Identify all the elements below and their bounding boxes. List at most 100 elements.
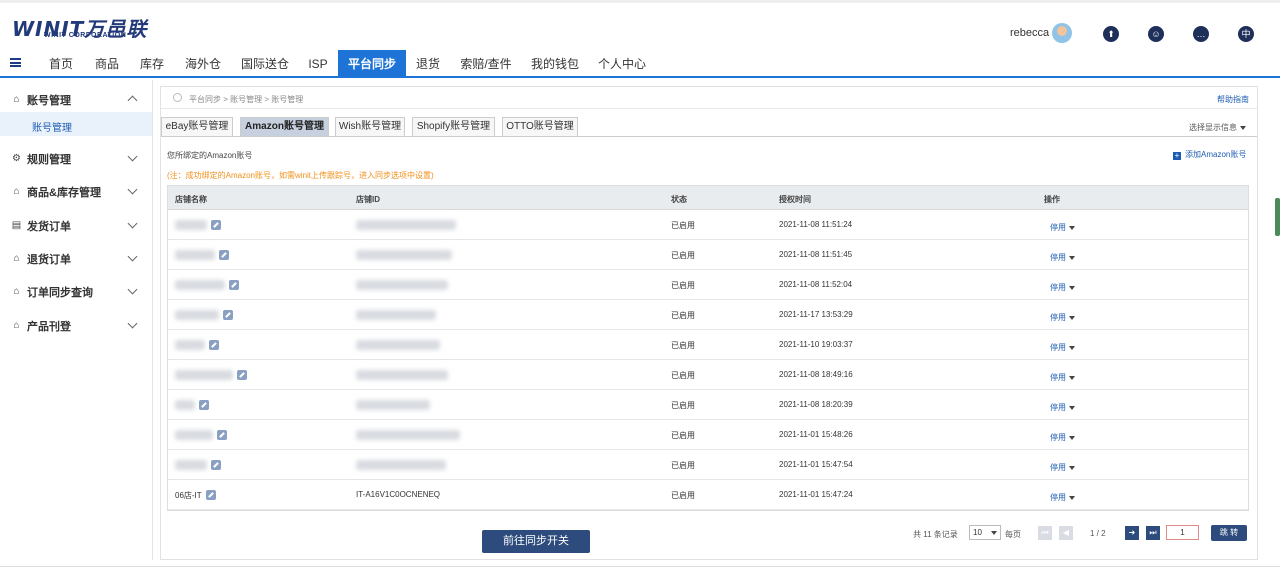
tab-shopify[interactable]: Shopify账号管理 bbox=[412, 117, 495, 136]
store-id-cell bbox=[356, 280, 448, 290]
disable-dropdown-button[interactable]: 停用 bbox=[1050, 372, 1075, 383]
store-name-cell: 06店-IT bbox=[175, 490, 216, 501]
column-header-store-name: 店铺名称 bbox=[175, 195, 207, 204]
disable-dropdown-button[interactable]: 停用 bbox=[1050, 312, 1075, 323]
add-amazon-account-button[interactable]: + 添加Amazon账号 bbox=[1173, 149, 1246, 160]
home-icon: ⌂ bbox=[13, 94, 20, 105]
nav-home[interactable]: 首页 bbox=[38, 50, 84, 78]
sidebar-item-product-listing[interactable]: ⌂ 产品刊登 bbox=[0, 310, 152, 340]
tab-divider bbox=[161, 136, 1257, 137]
upload-icon[interactable]: ⬆ bbox=[1103, 26, 1119, 42]
caret-down-icon bbox=[1069, 435, 1075, 440]
disable-dropdown-button[interactable]: 停用 bbox=[1050, 282, 1075, 293]
nav-inventory[interactable]: 库存 bbox=[131, 50, 173, 78]
table-row: 06店-IT IT-A16V1C0OCNENEQ 已启用 2021-11-01 15:… bbox=[168, 480, 1248, 510]
edit-icon[interactable] bbox=[237, 370, 247, 380]
home-circle-icon[interactable] bbox=[173, 93, 182, 102]
first-page-button[interactable]: ⏮ bbox=[1038, 526, 1052, 540]
nav-overseas-warehouse[interactable]: 海外仓 bbox=[178, 50, 228, 78]
nav-isp[interactable]: ISP bbox=[300, 50, 336, 78]
scrollbar-thumb[interactable] bbox=[1275, 198, 1280, 236]
redacted-id bbox=[356, 430, 460, 440]
home-icon: ⌂ bbox=[13, 253, 20, 264]
edit-icon[interactable] bbox=[209, 340, 219, 350]
sidebar-item-return-orders[interactable]: ⌂ 退货订单 bbox=[0, 243, 152, 273]
sidebar-subitem-account-management[interactable]: 账号管理 bbox=[0, 112, 152, 136]
disable-dropdown-button[interactable]: 停用 bbox=[1050, 402, 1075, 413]
nav-intl-shipping[interactable]: 国际送仓 bbox=[234, 50, 296, 78]
message-icon[interactable]: … bbox=[1193, 26, 1209, 42]
redacted-id bbox=[356, 400, 430, 410]
disable-dropdown-button[interactable]: 停用 bbox=[1050, 342, 1075, 353]
tab-otto[interactable]: OTTO账号管理 bbox=[502, 117, 578, 136]
edit-icon[interactable] bbox=[199, 400, 209, 410]
jump-button[interactable]: 跳 转 bbox=[1211, 525, 1247, 541]
prev-page-button[interactable]: ◀ bbox=[1059, 526, 1073, 540]
edit-icon[interactable] bbox=[211, 460, 221, 470]
disable-label: 停用 bbox=[1050, 403, 1066, 412]
total-records: 共 11 条记录 bbox=[913, 530, 958, 539]
avatar[interactable] bbox=[1052, 23, 1072, 43]
edit-icon[interactable] bbox=[223, 310, 233, 320]
redacted-name bbox=[175, 460, 207, 470]
auth-time-cell: 2021-11-08 11:51:45 bbox=[779, 250, 853, 259]
sidebar-item-shipping-orders[interactable]: ▤ 发货订单 bbox=[0, 210, 152, 240]
disable-dropdown-button[interactable]: 停用 bbox=[1050, 492, 1075, 503]
page-number-input[interactable]: 1 bbox=[1166, 525, 1199, 540]
last-page-button[interactable]: ⏭ bbox=[1146, 526, 1160, 540]
column-header-actions: 操作 bbox=[1044, 195, 1060, 204]
table-row: 已启用 2021-11-08 11:51:45 停用 bbox=[168, 240, 1248, 270]
disable-dropdown-button[interactable]: 停用 bbox=[1050, 432, 1075, 443]
chevron-down-icon bbox=[127, 184, 138, 195]
redacted-id bbox=[356, 370, 448, 380]
nav-personal-center[interactable]: 个人中心 bbox=[590, 50, 654, 78]
disable-label: 停用 bbox=[1050, 493, 1066, 502]
tab-wish[interactable]: Wish账号管理 bbox=[335, 117, 405, 136]
caret-down-icon bbox=[1069, 375, 1075, 380]
nav-returns[interactable]: 退货 bbox=[410, 50, 446, 78]
caret-down-icon bbox=[1069, 315, 1075, 320]
menu-toggle-icon[interactable] bbox=[10, 58, 21, 67]
support-icon[interactable]: ☺ bbox=[1148, 26, 1164, 42]
winit-logo[interactable]: WINIT万邑联 WINIT CORPORATION bbox=[12, 13, 152, 43]
sidebar-item-order-sync-query[interactable]: ⌂ 订单同步查询 bbox=[0, 276, 152, 306]
go-to-sync-switch-button[interactable]: 前往同步开关 bbox=[482, 530, 590, 553]
disable-dropdown-button[interactable]: 停用 bbox=[1050, 462, 1075, 473]
status-cell: 已启用 bbox=[671, 281, 695, 290]
disable-dropdown-button[interactable]: 停用 bbox=[1050, 222, 1075, 233]
sidebar-item-rules[interactable]: ⚙ 规则管理 bbox=[0, 143, 152, 173]
nav-platform-sync[interactable]: 平台同步 bbox=[338, 50, 406, 78]
sidebar-item-account-management[interactable]: ⌂ 账号管理 bbox=[0, 84, 152, 114]
tab-amazon[interactable]: Amazon账号管理 bbox=[240, 117, 329, 136]
redacted-name bbox=[175, 310, 219, 320]
display-info-select[interactable]: 选择显示信息 bbox=[1189, 122, 1246, 133]
nav-products[interactable]: 商品 bbox=[86, 50, 128, 78]
edit-icon[interactable] bbox=[229, 280, 239, 290]
column-header-auth-time: 授权时间 bbox=[779, 195, 811, 204]
column-header-status: 状态 bbox=[671, 195, 687, 204]
edit-icon[interactable] bbox=[211, 220, 221, 230]
store-name-cell bbox=[175, 340, 219, 350]
store-name: 06店-IT bbox=[175, 491, 202, 500]
language-icon[interactable]: 中 bbox=[1238, 26, 1254, 42]
edit-icon[interactable] bbox=[217, 430, 227, 440]
auth-time-cell: 2021-11-08 11:51:24 bbox=[779, 220, 853, 229]
store-name-cell bbox=[175, 400, 209, 410]
nav-claims[interactable]: 索赔/查件 bbox=[452, 50, 520, 78]
disable-label: 停用 bbox=[1050, 283, 1066, 292]
next-page-button[interactable]: ➜ bbox=[1125, 526, 1139, 540]
help-guide-link[interactable]: 帮助指南 bbox=[1217, 94, 1249, 105]
auth-time-cell: 2021-11-01 15:48:26 bbox=[779, 430, 853, 439]
redacted-name bbox=[175, 280, 225, 290]
caret-down-icon bbox=[1069, 255, 1075, 260]
table-header: 店铺名称 店铺ID 状态 授权时间 操作 bbox=[168, 186, 1248, 210]
sidebar-item-product-inventory[interactable]: ⌂ 商品&库存管理 bbox=[0, 176, 152, 206]
disable-dropdown-button[interactable]: 停用 bbox=[1050, 252, 1075, 263]
nav-wallet[interactable]: 我的钱包 bbox=[526, 50, 584, 78]
edit-icon[interactable] bbox=[219, 250, 229, 260]
tab-ebay[interactable]: eBay账号管理 bbox=[161, 117, 233, 136]
edit-icon[interactable] bbox=[205, 490, 216, 500]
username[interactable]: rebecca bbox=[1010, 27, 1049, 39]
store-id-cell bbox=[356, 370, 448, 380]
page-size-select[interactable]: 10 bbox=[969, 525, 1001, 540]
